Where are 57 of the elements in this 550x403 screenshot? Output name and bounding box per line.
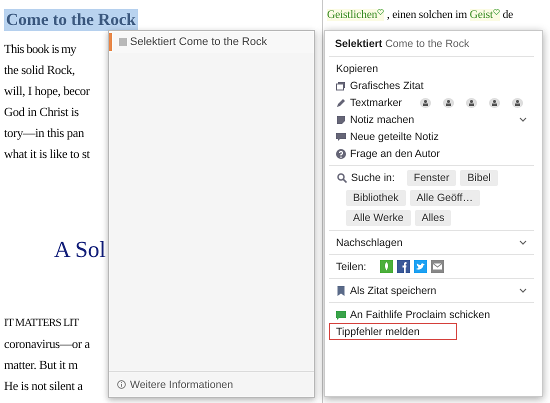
- verse-text: Geistlichen , einen solchen im Geist de: [327, 9, 514, 21]
- help-icon: [336, 148, 346, 158]
- body-text-line: God in Christ is: [4, 104, 79, 121]
- facebook-icon[interactable]: [397, 260, 410, 273]
- menu-item[interactable]: Als Zitat speichern: [350, 284, 436, 296]
- list-icon: [119, 38, 127, 46]
- body-text-line: matter. But it m: [4, 357, 78, 374]
- menu-item[interactable]: Nachschlagen: [336, 236, 403, 248]
- menu-item[interactable]: Textmarker: [350, 96, 402, 108]
- search-scope-button[interactable]: Bibliothek: [346, 190, 406, 206]
- note-icon: [336, 114, 346, 124]
- selection-title: Selektiert Come to the Rock: [130, 36, 267, 48]
- chevron-down-icon[interactable]: [519, 288, 527, 294]
- body-text-line: He is not silent a: [4, 378, 83, 395]
- search-scope-button[interactable]: Alle Werke: [346, 210, 411, 226]
- more-info-link[interactable]: Weitere Informationen: [130, 378, 234, 390]
- highlighter-style-icon[interactable]: [420, 98, 431, 108]
- body-text-line: This book is my: [4, 41, 76, 58]
- menu-item[interactable]: Kopieren: [336, 62, 378, 74]
- body-text-line: coronavirus—or a: [4, 336, 90, 353]
- body-text-line: IT MATTERS LIT: [4, 316, 79, 331]
- chevron-down-icon[interactable]: [519, 116, 527, 122]
- highlighter-style-icon[interactable]: [442, 98, 454, 108]
- body-text-line: will, I hope, becor: [4, 83, 90, 100]
- search-in-label: Suche in:: [351, 172, 395, 184]
- body-text-line: the solid Rock,: [4, 62, 75, 79]
- bookmark-icon: [336, 286, 346, 296]
- search-scope-button[interactable]: Alle Geöff…: [410, 190, 480, 206]
- menu-item[interactable]: Notiz machen: [350, 114, 414, 126]
- info-icon: [117, 380, 126, 389]
- section-title: A Sol: [54, 237, 107, 263]
- menu-item-outlined[interactable]: Tippfehler melden: [329, 323, 457, 340]
- menu-item[interactable]: Frage an den Autor: [350, 148, 440, 160]
- search-icon: [337, 173, 347, 183]
- chapter-heading: Come to the Rock: [4, 9, 138, 31]
- chevron-down-icon[interactable]: [519, 240, 527, 246]
- comment-icon: [336, 132, 346, 142]
- bird-icon[interactable]: [414, 260, 428, 273]
- menu-title: Selektiert Come to the Rock: [335, 38, 470, 50]
- search-scope-button[interactable]: Fenster: [406, 170, 456, 186]
- mail-icon[interactable]: [431, 260, 444, 273]
- highlighter-style-icon[interactable]: [488, 98, 500, 108]
- menu-item[interactable]: Neue geteilte Notiz: [350, 130, 439, 142]
- highlighter-style-icon[interactable]: [512, 98, 523, 108]
- highlighter-style-icon[interactable]: [466, 98, 477, 108]
- share-logo-icon[interactable]: [380, 260, 394, 273]
- menu-item[interactable]: An Faithlife Proclaim schicken: [350, 308, 490, 320]
- pen-icon: [336, 98, 346, 108]
- search-scope-button[interactable]: Bibel: [460, 170, 498, 186]
- quote-window-icon: [336, 80, 346, 90]
- body-text-line: what it is like to st: [4, 146, 90, 163]
- menu-item[interactable]: Grafisches Zitat: [350, 80, 424, 92]
- body-text-line: tory—in this pan: [4, 125, 84, 142]
- share-label: Teilen:: [336, 260, 366, 272]
- search-scope-button[interactable]: Alles: [414, 210, 452, 226]
- heart-icon[interactable]: [492, 9, 500, 15]
- heart-icon[interactable]: [377, 9, 384, 15]
